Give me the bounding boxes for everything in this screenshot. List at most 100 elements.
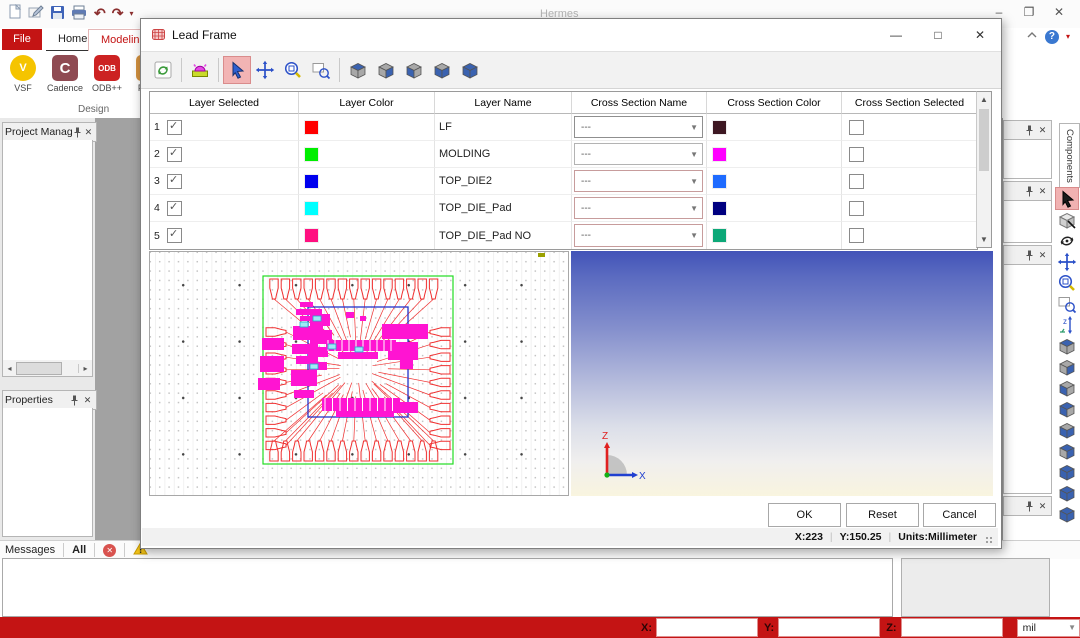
viewport-3d[interactable]: Z X [571, 251, 993, 496]
project-manager-hscrollbar[interactable]: ◂ ▸ [2, 360, 93, 377]
ribbon-item-cadence[interactable]: C Cadence [46, 55, 84, 93]
layer-selected-checkbox[interactable] [167, 120, 182, 135]
cross-section-name-combo[interactable]: ---▼ [574, 116, 703, 138]
units-dropdown[interactable]: mil ▼ [1017, 619, 1080, 637]
view-cube-right-icon[interactable] [373, 57, 399, 83]
column-header[interactable]: Layer Selected [150, 92, 299, 114]
scrollbar-thumb[interactable] [979, 109, 989, 171]
layer-color-swatch[interactable] [305, 175, 318, 188]
cross-section-color-swatch[interactable] [713, 202, 726, 215]
messages-tab-all[interactable]: All [72, 544, 86, 556]
layer-color-swatch[interactable] [305, 229, 318, 242]
redo-icon[interactable]: ↷ [112, 5, 124, 22]
layer-selected-checkbox[interactable] [167, 174, 182, 189]
pin-icon[interactable] [1023, 185, 1036, 198]
layer-color-swatch[interactable] [305, 148, 318, 161]
table-vscrollbar[interactable]: ▲ ▼ [976, 91, 992, 248]
scroll-left-icon[interactable]: ◂ [3, 364, 16, 373]
scroll-up-icon[interactable]: ▲ [977, 92, 991, 107]
dialog-maximize-button[interactable]: □ [917, 22, 959, 48]
window-close-button[interactable]: ✕ [1044, 2, 1074, 22]
scroll-down-icon[interactable]: ▼ [977, 232, 991, 247]
cross-section-name-combo[interactable]: ---▼ [574, 224, 703, 247]
pin-icon[interactable] [68, 394, 81, 407]
open-icon[interactable] [28, 4, 44, 23]
column-header[interactable]: Cross Section Name [572, 92, 707, 114]
view-cube-icon-5[interactable] [1056, 419, 1078, 440]
collapse-ribbon-icon[interactable] [1026, 29, 1038, 44]
cross-section-name-combo[interactable]: ---▼ [574, 170, 703, 192]
select-tool-icon[interactable] [1056, 188, 1078, 209]
layer-name-cell[interactable]: TOP_DIE_Pad NO [435, 222, 572, 249]
ribbon-more-icon[interactable]: ▾ [1066, 32, 1070, 41]
layer-name-cell[interactable]: TOP_DIE2 [435, 168, 572, 195]
layer-name-cell[interactable]: MOLDING [435, 141, 572, 168]
properties-body[interactable] [2, 408, 93, 537]
pan-tool-icon[interactable] [252, 57, 278, 83]
pin-icon[interactable] [1023, 249, 1036, 262]
rotate-view-icon[interactable] [1056, 230, 1078, 251]
view-cube-icon-9[interactable] [1056, 503, 1078, 524]
project-manager-tree[interactable] [2, 140, 93, 361]
close-icon[interactable]: ✕ [1036, 124, 1049, 137]
layer-selected-checkbox[interactable] [167, 201, 182, 216]
layer-name-cell[interactable]: LF [435, 114, 572, 141]
cross-section-color-swatch[interactable] [713, 121, 726, 134]
column-header[interactable]: Layer Color [299, 92, 435, 114]
tab-file[interactable]: File [2, 29, 42, 50]
cross-section-selected-checkbox[interactable] [849, 174, 864, 189]
dialog-close-button[interactable]: ✕ [959, 22, 1001, 48]
qat-menu-icon[interactable]: ▾ [129, 9, 133, 18]
ribbon-item-vsf[interactable]: V VSF [4, 55, 42, 93]
view-cube-front-icon[interactable] [429, 57, 455, 83]
zoom-window-icon[interactable] [1056, 293, 1078, 314]
cross-section-color-swatch[interactable] [713, 175, 726, 188]
dialog-minimize-button[interactable]: — [875, 22, 917, 48]
layer-selected-checkbox[interactable] [167, 147, 182, 162]
column-header[interactable]: Layer Name [435, 92, 572, 114]
messages-output[interactable] [2, 558, 893, 617]
y-coordinate-input[interactable] [778, 618, 880, 637]
view-cube-icon-8[interactable] [1056, 482, 1078, 503]
select-tool-icon[interactable] [224, 57, 250, 83]
ribbon-item-odb[interactable]: ODB ODB++ [88, 55, 126, 93]
reload-icon[interactable] [150, 57, 176, 83]
layer-name-cell[interactable]: TOP_DIE_Pad [435, 195, 572, 222]
zoom-tool-icon[interactable] [280, 57, 306, 83]
pan-tool-icon[interactable] [1056, 251, 1078, 272]
ok-button[interactable]: OK [768, 503, 841, 527]
cross-section-selected-checkbox[interactable] [849, 201, 864, 216]
cross-section-name-combo[interactable]: ---▼ [574, 197, 703, 219]
undo-icon[interactable]: ↶ [94, 5, 106, 22]
close-icon[interactable]: ✕ [1036, 185, 1049, 198]
layer-color-swatch[interactable] [305, 202, 318, 215]
column-header[interactable]: Cross Section Selected [842, 92, 977, 114]
view-cube-iso-icon[interactable] [457, 57, 483, 83]
reset-button[interactable]: Reset [846, 503, 919, 527]
pin-icon[interactable] [72, 126, 83, 139]
view-cube-top-icon[interactable] [345, 57, 371, 83]
view-cube-icon-2[interactable] [1056, 356, 1078, 377]
error-filter-icon[interactable]: ✕ [103, 544, 116, 557]
molding-layers-icon[interactable] [187, 57, 213, 83]
close-icon[interactable]: ✕ [81, 394, 94, 407]
window-restore-button[interactable]: ❐ [1014, 2, 1044, 22]
pin-icon[interactable] [1023, 500, 1036, 513]
layer-selected-checkbox[interactable] [167, 228, 182, 243]
select-object-icon[interactable] [1056, 209, 1078, 230]
view-cube-icon-1[interactable] [1056, 335, 1078, 356]
x-coordinate-input[interactable] [656, 618, 758, 637]
cross-section-color-swatch[interactable] [713, 229, 726, 242]
print-icon[interactable] [71, 5, 88, 23]
tab-components[interactable]: Components [1059, 123, 1080, 188]
cross-section-selected-checkbox[interactable] [849, 147, 864, 162]
pin-icon[interactable] [1023, 124, 1036, 137]
close-icon[interactable]: ✕ [1036, 249, 1049, 262]
z-coordinate-input[interactable] [901, 618, 1003, 637]
zoom-window-icon[interactable] [308, 57, 334, 83]
view-cube-icon-4[interactable] [1056, 398, 1078, 419]
cross-section-color-swatch[interactable] [713, 148, 726, 161]
scrollbar-thumb[interactable] [16, 362, 62, 375]
new-file-icon[interactable] [8, 4, 22, 23]
close-icon[interactable]: ✕ [83, 126, 94, 139]
